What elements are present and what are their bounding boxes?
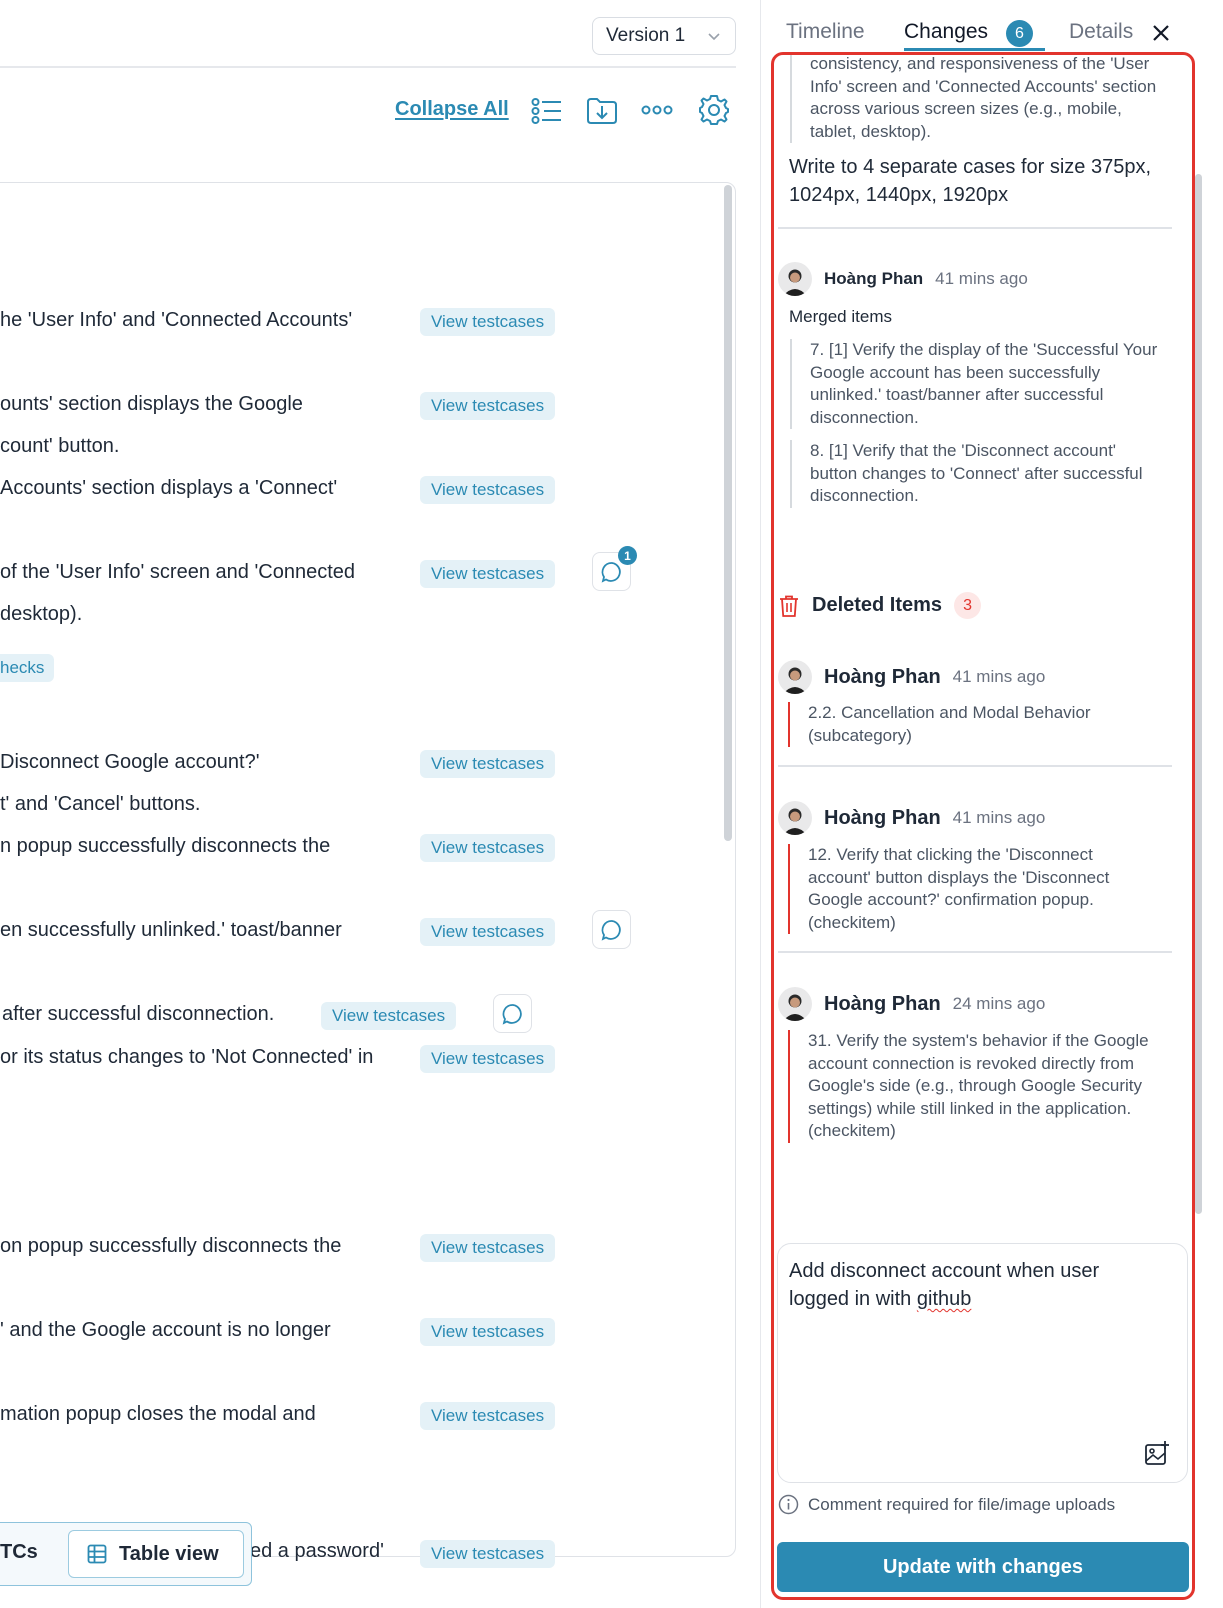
list-item-text: he 'User Info' and 'Connected Accounts' <box>0 309 353 331</box>
tab-changes[interactable]: Changes <box>904 20 988 44</box>
list-item-text: mation popup closes the modal and <box>0 1403 316 1425</box>
testcase-list-pane: Version 1 Collapse All he 'User Info' an… <box>0 0 760 1608</box>
view-testcases-button[interactable]: View testcases <box>420 392 556 420</box>
more-options-icon[interactable] <box>640 98 674 122</box>
list-item-text: t' and 'Cancel' buttons. <box>0 793 201 815</box>
list-item-text: of the 'User Info' screen and 'Connected <box>0 561 355 583</box>
list-item-text: desktop). <box>0 603 83 625</box>
merged-items-label: Merged items <box>789 307 892 326</box>
tab-details[interactable]: Details <box>1069 20 1133 44</box>
folder-download-icon[interactable] <box>584 92 620 128</box>
view-testcases-button[interactable]: View testcases <box>420 1540 556 1568</box>
active-tab-indicator <box>904 48 1045 51</box>
merged-item: 7. [1] Verify the display of the 'Succes… <box>790 339 1160 429</box>
close-icon[interactable] <box>1150 22 1172 44</box>
divider <box>778 765 1172 767</box>
list-item-text: count' button. <box>0 435 120 457</box>
avatar <box>778 987 812 1021</box>
change-author: Hoàng Phan 41 mins ago <box>778 660 1045 694</box>
image-upload-icon[interactable] <box>1144 1440 1170 1466</box>
avatar <box>778 660 812 694</box>
list-item-text: Disconnect Google account?' <box>0 751 260 773</box>
list-item-text: on popup successfully disconnects the <box>0 1235 342 1257</box>
comment-button[interactable] <box>592 910 631 949</box>
change-note: Write to 4 separate cases for size 375px… <box>789 156 1152 206</box>
view-testcases-button[interactable]: View testcases <box>420 918 556 946</box>
change-author: Hoàng Phan 41 mins ago <box>778 801 1045 835</box>
upload-hint: Comment required for file/image uploads <box>778 1494 1115 1515</box>
list-view-icon[interactable] <box>530 94 564 128</box>
testcase-list-frame <box>0 182 736 1557</box>
deleted-count-badge: 3 <box>954 592 982 619</box>
comment-button[interactable] <box>493 994 532 1033</box>
settings-gear-icon[interactable] <box>696 92 732 128</box>
deleted-item: 31. Verify the system's behavior if the … <box>788 1030 1160 1143</box>
view-testcases-button[interactable]: View testcases <box>420 476 556 504</box>
table-grid-icon <box>87 1544 107 1564</box>
comment-icon <box>502 1003 522 1025</box>
category-tag: hecks <box>0 654 55 682</box>
change-author: Hoàng Phan 24 mins ago <box>778 987 1045 1021</box>
divider <box>778 227 1172 229</box>
view-testcases-button[interactable]: View testcases <box>420 1234 556 1262</box>
comment-icon <box>601 561 621 583</box>
divider <box>0 66 736 68</box>
tab-timeline[interactable]: Timeline <box>786 20 865 44</box>
list-item-text: after successful disconnection. <box>2 1003 275 1025</box>
table-view-label: Table view <box>119 1542 219 1565</box>
view-testcases-button[interactable]: View testcases <box>420 560 556 588</box>
view-testcases-button[interactable]: View testcases <box>420 1318 556 1346</box>
list-item-text: Accounts' section displays a 'Connect' <box>0 477 338 499</box>
avatar <box>778 262 812 296</box>
deleted-item: 2.2. Cancellation and Modal Behavior (su… <box>788 702 1160 747</box>
version-select[interactable]: Version 1 <box>592 17 736 55</box>
version-label: Version 1 <box>606 25 686 46</box>
view-testcases-button[interactable]: View testcases <box>420 1402 556 1430</box>
tcs-view-button[interactable]: TCs <box>0 1541 38 1564</box>
deleted-item: 12. Verify that clicking the 'Disconnect… <box>788 844 1160 934</box>
list-item-text: ed a password' <box>250 1540 384 1562</box>
change-quote: consistency, and responsiveness of the '… <box>790 53 1160 143</box>
info-icon <box>778 1494 799 1515</box>
list-item-text: en successfully unlinked.' toast/banner <box>0 919 342 941</box>
changes-count-badge: 6 <box>1006 20 1033 47</box>
view-testcases-button[interactable]: View testcases <box>420 750 556 778</box>
misspelled-word: github <box>916 1288 972 1310</box>
view-testcases-button[interactable]: View testcases <box>420 1045 556 1073</box>
comment-button[interactable]: 1 <box>592 546 637 591</box>
comment-icon <box>601 919 621 941</box>
comment-text: Add disconnect account when user logged … <box>789 1260 1100 1310</box>
list-item-text: ounts' section displays the Google <box>0 393 303 415</box>
list-scrollbar[interactable] <box>724 185 732 841</box>
table-view-button[interactable]: Table view <box>68 1530 244 1578</box>
divider <box>778 951 1172 953</box>
view-testcases-button[interactable]: View testcases <box>420 834 556 862</box>
chevron-down-icon <box>708 33 720 41</box>
collapse-all-link[interactable]: Collapse All <box>395 98 509 121</box>
change-author: Hoàng Phan 41 mins ago <box>778 262 1028 296</box>
list-item-text: ' and the Google account is no longer <box>0 1319 331 1341</box>
list-item-text: n popup successfully disconnects the <box>0 835 331 857</box>
comment-count-badge: 1 <box>618 546 637 565</box>
trash-icon <box>780 595 798 617</box>
deleted-items-header: Deleted Items 3 <box>778 592 982 619</box>
changes-scrollbar[interactable] <box>1195 174 1202 1214</box>
avatar <box>778 801 812 835</box>
view-testcases-button[interactable]: View testcases <box>321 1002 457 1030</box>
merged-item: 8. [1] Verify that the 'Disconnect accou… <box>790 440 1160 508</box>
view-testcases-button[interactable]: View testcases <box>420 308 556 336</box>
update-with-changes-button[interactable]: Update with changes <box>777 1542 1189 1592</box>
list-item-text: or its status changes to 'Not Connected'… <box>0 1046 374 1068</box>
